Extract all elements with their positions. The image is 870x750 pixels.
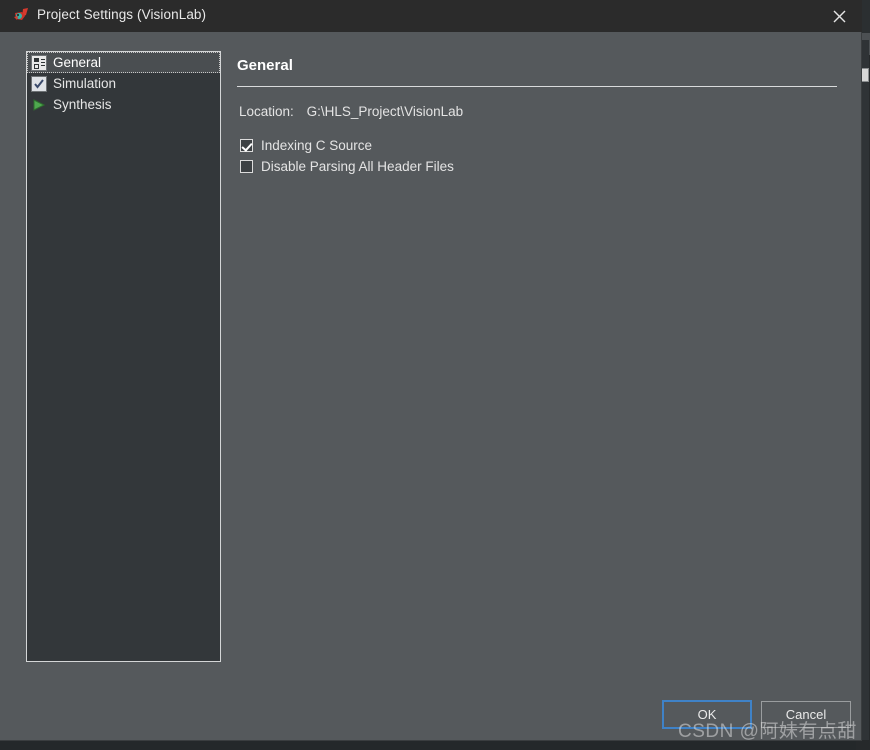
sidebar-item-general-label: General: [53, 55, 102, 70]
indexing-c-source-checkbox-row[interactable]: Indexing C Source: [240, 138, 372, 153]
settings-category-tree[interactable]: General Simulation Synthesis: [26, 51, 221, 662]
project-settings-dialog: Project Settings (VisionLab) General Sim…: [0, 0, 862, 742]
indexing-c-source-checkbox[interactable]: [240, 139, 253, 152]
page-title: General: [237, 57, 293, 74]
disable-parsing-headers-checkbox-row[interactable]: Disable Parsing All Header Files: [240, 159, 454, 174]
dialog-title: Project Settings (VisionLab): [37, 7, 207, 22]
sidebar-item-simulation[interactable]: Simulation: [27, 73, 220, 94]
sidebar-item-synthesis-label: Synthesis: [53, 97, 112, 112]
indexing-c-source-label: Indexing C Source: [261, 138, 373, 153]
sidebar-item-general[interactable]: General: [27, 52, 220, 73]
properties-icon-lines: [41, 58, 45, 69]
properties-icon: [31, 54, 47, 71]
vivado-hls-icon: [13, 8, 31, 24]
disable-parsing-headers-checkbox[interactable]: [240, 160, 253, 173]
title-divider: [237, 86, 837, 87]
screen-root: Project Settings (VisionLab) General Sim…: [0, 0, 870, 750]
ok-button[interactable]: OK: [662, 700, 752, 729]
cancel-button[interactable]: Cancel: [761, 701, 851, 728]
sidebar-item-synthesis[interactable]: Synthesis: [27, 94, 220, 115]
checkbox-check-icon: [31, 75, 47, 92]
sidebar-item-simulation-label: Simulation: [53, 76, 117, 91]
location-value: G:\HLS_Project\VisionLab: [306, 104, 464, 119]
disable-parsing-headers-label: Disable Parsing All Header Files: [261, 159, 454, 174]
close-icon[interactable]: [816, 0, 862, 32]
location-label: Location:: [239, 104, 294, 119]
green-play-icon: [31, 97, 47, 113]
dialog-titlebar: Project Settings (VisionLab): [0, 0, 862, 32]
location-row: Location: G:\HLS_Project\VisionLab: [239, 104, 463, 119]
